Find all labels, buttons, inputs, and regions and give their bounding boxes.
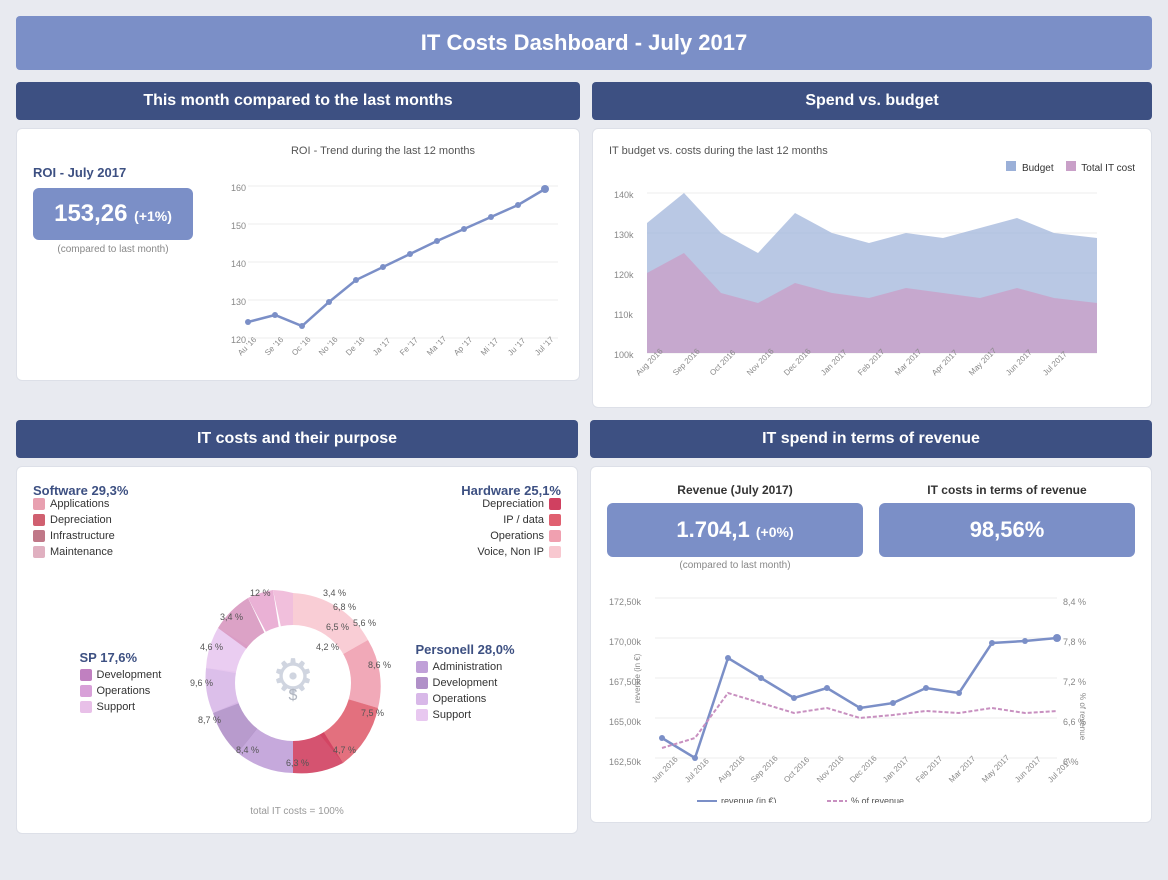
svg-text:4,6 %: 4,6 % [200, 642, 223, 652]
revenue-box: Revenue (July 2017) 1.704,1 (+0%) (compa… [607, 483, 863, 571]
costs-revenue-value: 98,56% [879, 503, 1135, 557]
svg-text:130k: 130k [614, 230, 634, 240]
svg-text:110k: 110k [614, 310, 633, 320]
svg-text:9,6 %: 9,6 % [190, 678, 213, 688]
svg-text:4,2 %: 4,2 % [316, 642, 339, 652]
svg-text:Ja '17: Ja '17 [371, 336, 393, 358]
spend-card: IT budget vs. costs during the last 12 m… [592, 128, 1152, 408]
svg-text:160: 160 [231, 183, 246, 193]
svg-text:7,5 %: 7,5 % [361, 708, 384, 718]
svg-text:172,50k: 172,50k [609, 597, 642, 607]
svg-text:Jun 2016: Jun 2016 [650, 754, 680, 784]
revenue-card: Revenue (July 2017) 1.704,1 (+0%) (compa… [590, 466, 1152, 823]
svg-text:120k: 120k [614, 270, 634, 280]
svg-text:Ma '17: Ma '17 [425, 334, 449, 358]
svg-text:8,6 %: 8,6 % [368, 660, 391, 670]
svg-text:7,2 %: 7,2 % [1063, 677, 1086, 687]
svg-text:170,00k: 170,00k [609, 637, 642, 647]
total-note: total IT costs = 100% [33, 806, 561, 817]
spend-chart-title: IT budget vs. costs during the last 12 m… [609, 145, 1135, 157]
svg-text:5,6 %: 5,6 % [353, 618, 376, 628]
revenue-chart: 172,50k 170,00k 167,50k 165,00k 162,50k … [607, 583, 1097, 803]
revenue-top: Revenue (July 2017) 1.704,1 (+0%) (compa… [607, 483, 1135, 571]
roi-value-box: 153,26 (+1%) [33, 188, 193, 240]
svg-text:Mi '17: Mi '17 [479, 336, 501, 358]
svg-text:Jan 2017: Jan 2017 [881, 754, 911, 784]
svg-text:162,50k: 162,50k [609, 757, 642, 767]
svg-text:Jul 2016: Jul 2016 [683, 756, 711, 784]
page-title: IT Costs Dashboard - July 2017 [16, 16, 1152, 70]
svg-text:% of revenue: % of revenue [1078, 693, 1087, 741]
donut-chart: ⚙ $ 5,6 % 8,6 % 7,5 % 4,7 % 6,3 % 8,4 % … [178, 568, 408, 798]
svg-text:140: 140 [231, 259, 246, 269]
svg-text:6,3 %: 6,3 % [286, 758, 309, 768]
svg-text:150: 150 [231, 221, 246, 231]
svg-text:8,4 %: 8,4 % [1063, 597, 1086, 607]
svg-text:Ju '17: Ju '17 [506, 336, 528, 358]
svg-text:8,4 %: 8,4 % [236, 745, 259, 755]
svg-text:Jun 2017: Jun 2017 [1013, 754, 1043, 784]
svg-text:8,7 %: 8,7 % [198, 715, 221, 725]
roi-compare: (compared to last month) [33, 244, 193, 255]
roi-card: ROI - July 2017 153,26 (+1%) (compared t… [16, 128, 580, 381]
roi-info: ROI - July 2017 153,26 (+1%) (compared t… [33, 145, 193, 255]
roi-chart: ROI - Trend during the last 12 months 16… [203, 145, 563, 364]
sp-legend: SP 17,6% Development Operations Support [80, 650, 170, 717]
svg-text:6,5 %: 6,5 % [326, 622, 349, 632]
svg-text:140k: 140k [614, 190, 634, 200]
roi-line-chart: 160 150 140 130 120 [203, 161, 563, 361]
revenue-title: Revenue (July 2017) [607, 483, 863, 497]
svg-text:100k: 100k [614, 350, 634, 360]
svg-text:6,8 %: 6,8 % [333, 602, 356, 612]
personell-legend: Personell 28,0% Administration Developme… [416, 642, 515, 725]
costs-card: Software 29,3% Applications Depreciation… [16, 466, 578, 834]
section-header-costs: IT costs and their purpose [16, 420, 578, 458]
svg-text:revenue (in €): revenue (in €) [633, 653, 642, 703]
svg-text:$: $ [288, 687, 297, 704]
svg-text:% of revenue: % of revenue [851, 796, 904, 803]
roi-value: 153,26 (+1%) [43, 200, 183, 228]
svg-text:3,4 %: 3,4 % [323, 588, 346, 598]
svg-text:4,7 %: 4,7 % [333, 745, 356, 755]
svg-text:3,4 %: 3,4 % [220, 612, 243, 622]
revenue-value: 1.704,1 (+0%) [607, 503, 863, 557]
svg-text:revenue (in €): revenue (in €) [721, 796, 777, 803]
totalcost-legend: Total IT cost [1066, 161, 1135, 174]
software-label: Software 29,3% Applications Depreciation… [33, 483, 128, 562]
spend-area-chart: 140k 130k 120k 110k 100k Aug 2016 [609, 178, 1099, 388]
budget-legend: Budget [1006, 161, 1053, 174]
svg-text:7,8 %: 7,8 % [1063, 637, 1086, 647]
costs-revenue-title: IT costs in terms of revenue [879, 483, 1135, 497]
svg-text:130: 130 [231, 297, 246, 307]
section-header-spend: Spend vs. budget [592, 82, 1152, 120]
roi-chart-title: ROI - Trend during the last 12 months [203, 145, 563, 157]
revenue-compare: (compared to last month) [607, 560, 863, 571]
section-header-monthly: This month compared to the last months [16, 82, 580, 120]
svg-text:Jul 2017: Jul 2017 [1046, 756, 1074, 784]
costs-revenue-box: IT costs in terms of revenue 98,56% [879, 483, 1135, 571]
roi-title: ROI - July 2017 [33, 165, 193, 180]
svg-text:165,00k: 165,00k [609, 717, 642, 727]
svg-text:12 %: 12 % [250, 588, 271, 598]
svg-text:Oct 2016: Oct 2016 [782, 755, 812, 785]
section-header-revenue: IT spend in terms of revenue [590, 420, 1152, 458]
hardware-label: Hardware 25,1% Depreciation IP / data Op… [461, 483, 561, 562]
